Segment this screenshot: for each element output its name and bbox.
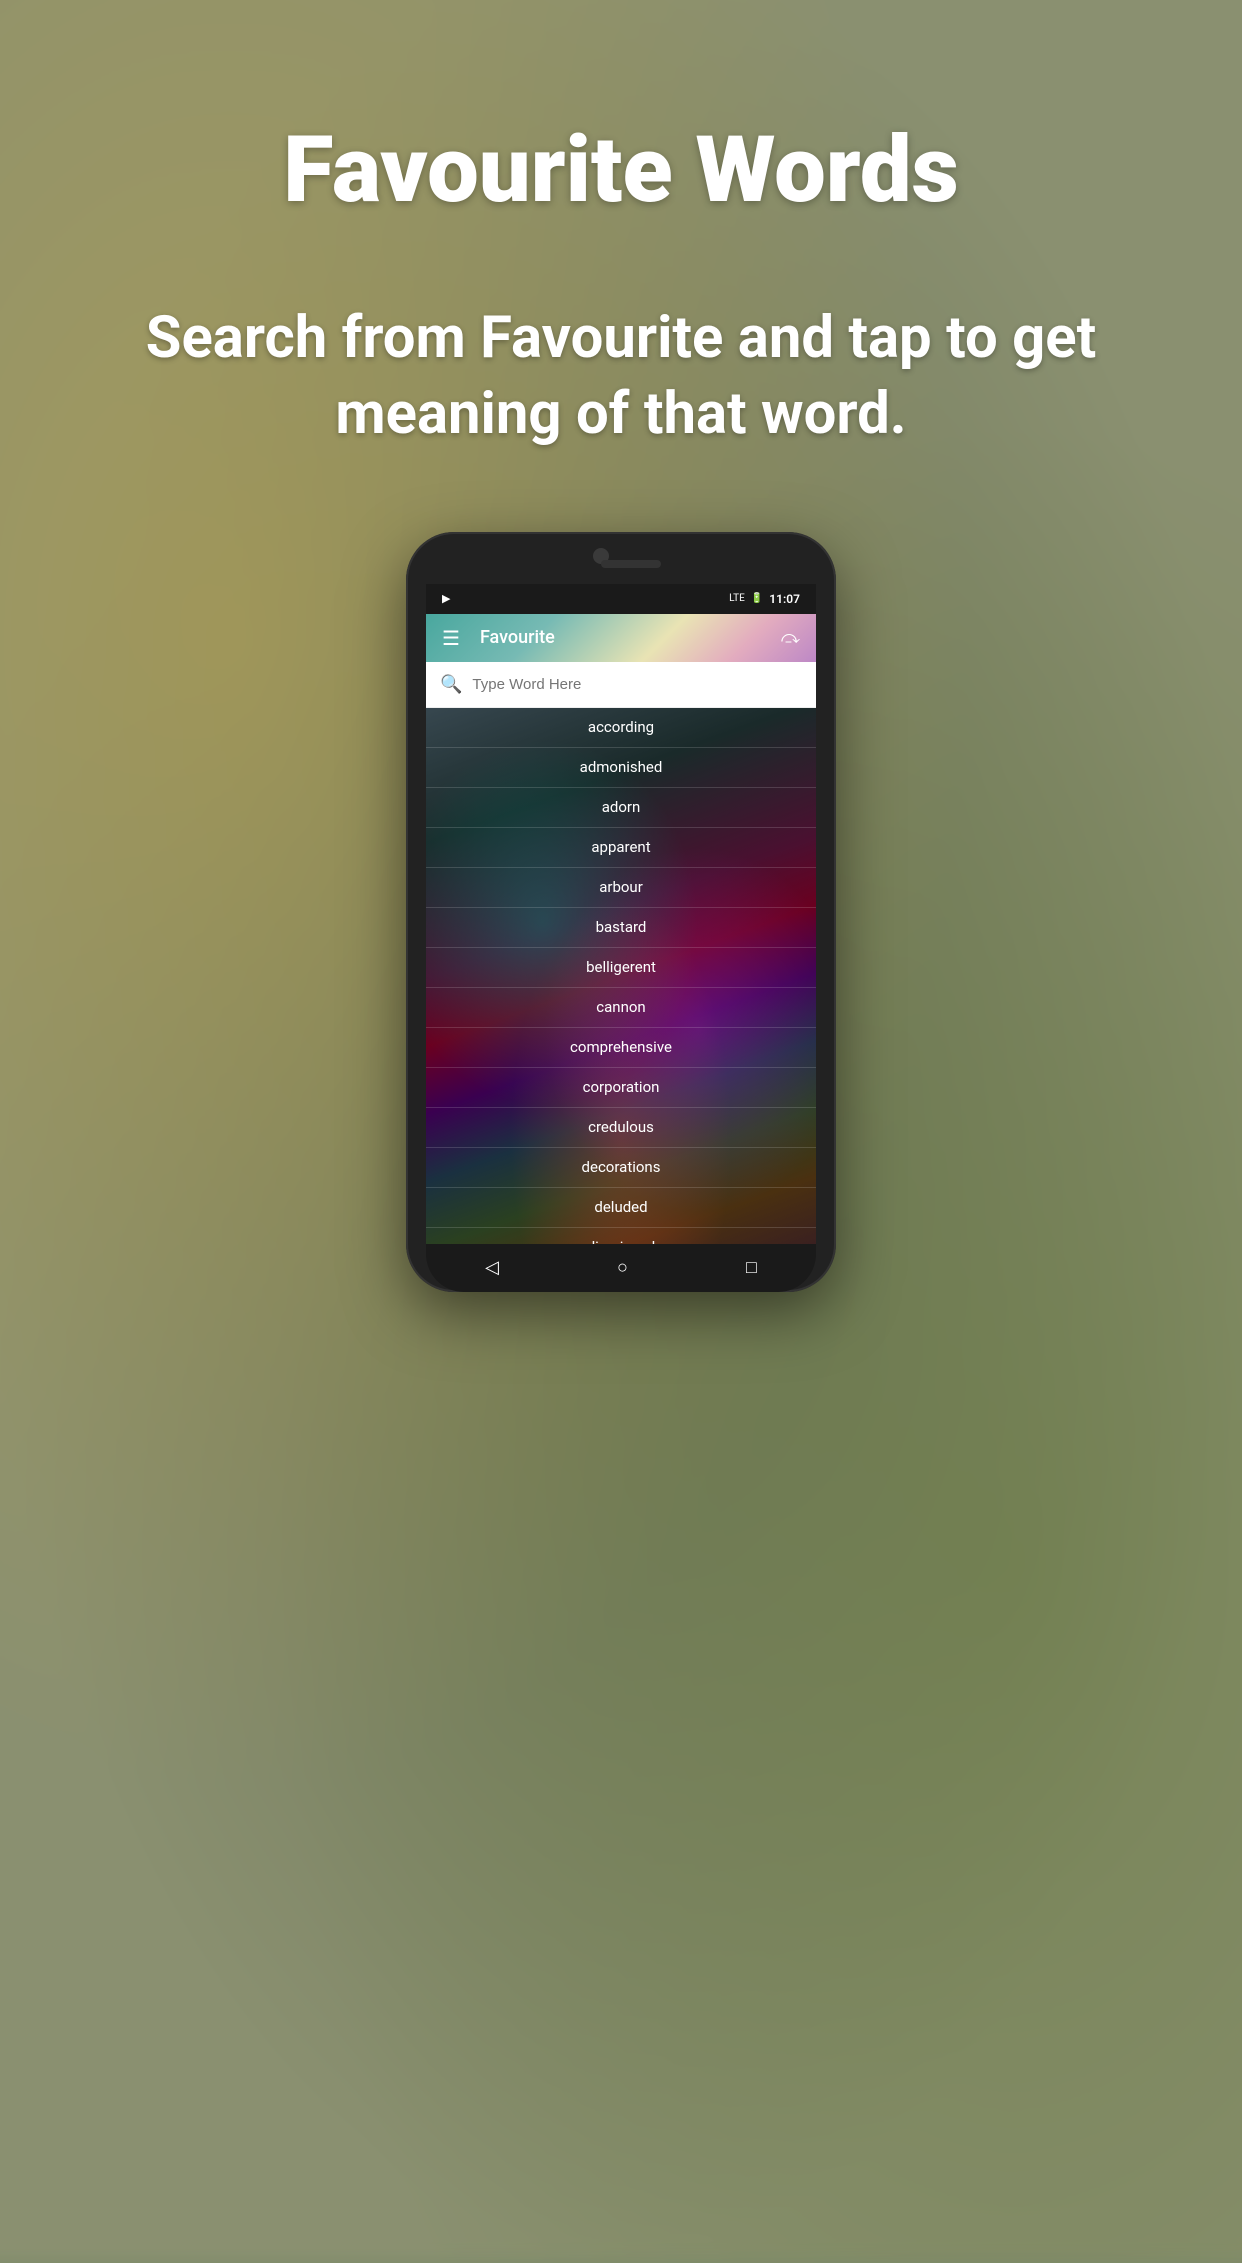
list-item[interactable]: arbour [426, 868, 816, 908]
page-subtitle: Search from Favourite and tap to get mea… [0, 301, 1242, 452]
status-time: 11:07 [769, 592, 800, 606]
page-title: Favourite Words [283, 120, 959, 221]
recent-button[interactable]: □ [746, 1257, 757, 1278]
list-item[interactable]: belligerent [426, 948, 816, 988]
play-icon: ▶ [442, 592, 450, 605]
list-item[interactable]: according [426, 708, 816, 748]
search-bar: 🔍 [426, 662, 816, 708]
search-icon: 🔍 [440, 674, 462, 695]
list-item[interactable]: apparent [426, 828, 816, 868]
status-left: ▶ [442, 592, 450, 605]
list-item[interactable]: adorn [426, 788, 816, 828]
back-button[interactable]: ◁ [485, 1257, 499, 1278]
search-input[interactable] [472, 676, 802, 693]
speaker [601, 560, 661, 568]
signal-icon: LTE [729, 593, 745, 604]
list-item[interactable]: admonished [426, 748, 816, 788]
word-list: accordingadmonishedadornapparentarbourba… [426, 708, 816, 1244]
list-item[interactable]: bastard [426, 908, 816, 948]
menu-icon[interactable]: ☰ [442, 626, 460, 650]
list-item[interactable]: deluded [426, 1188, 816, 1228]
list-item[interactable]: comprehensive [426, 1028, 816, 1068]
home-button[interactable]: ○ [617, 1257, 628, 1278]
phone-screen: ▶ LTE 🔋 11:07 ☰ Favourite ⤼ 🔍 [426, 584, 816, 1244]
list-item[interactable]: corporation [426, 1068, 816, 1108]
nav-bar: ◁ ○ □ [426, 1244, 816, 1292]
list-item[interactable]: dismissed [426, 1228, 816, 1244]
status-bar: ▶ LTE 🔋 11:07 [426, 584, 816, 614]
app-bar-title: Favourite [480, 627, 781, 648]
phone-mockup: ▶ LTE 🔋 11:07 ☰ Favourite ⤼ 🔍 [406, 532, 836, 1292]
app-bar: ☰ Favourite ⤼ [426, 614, 816, 662]
battery-icon: 🔋 [751, 593, 763, 604]
list-item[interactable]: decorations [426, 1148, 816, 1188]
share-icon[interactable]: ⤼ [781, 627, 800, 648]
status-right: LTE 🔋 11:07 [729, 592, 800, 606]
list-item[interactable]: cannon [426, 988, 816, 1028]
list-item[interactable]: credulous [426, 1108, 816, 1148]
